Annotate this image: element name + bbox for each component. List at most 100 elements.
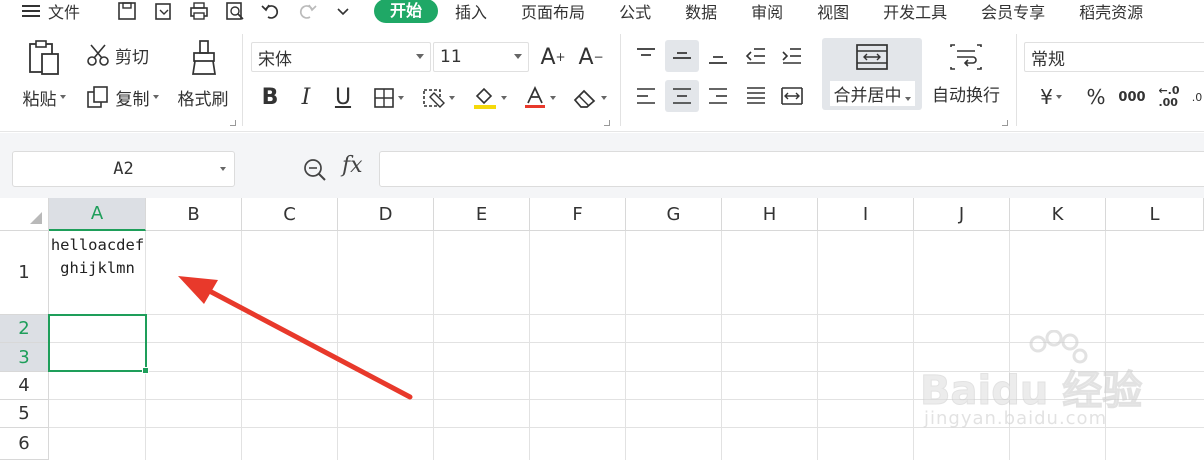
column-header-k[interactable]: K <box>1010 198 1106 231</box>
bold-button[interactable]: B <box>256 82 284 112</box>
align-left-icon[interactable] <box>630 80 662 112</box>
row-header-4[interactable]: 4 <box>0 372 49 400</box>
increase-indent-icon[interactable] <box>776 40 808 72</box>
column-header-e[interactable]: E <box>434 198 530 231</box>
chevron-down-icon <box>500 96 507 100</box>
row-header-3[interactable]: 3 <box>0 343 49 372</box>
row-header-2[interactable]: 2 <box>0 315 49 343</box>
tab-developer[interactable]: 开发工具 <box>866 0 964 23</box>
font-name-select[interactable]: 宋体 <box>251 42 431 72</box>
gridline <box>913 231 914 460</box>
increase-font-icon[interactable]: A + <box>538 42 568 72</box>
cell-style-button[interactable] <box>416 84 460 112</box>
print-preview-icon[interactable] <box>224 1 246 21</box>
align-right-icon[interactable] <box>702 80 734 112</box>
tab-start[interactable]: 开始 <box>374 0 439 23</box>
copy-button[interactable]: 复制 <box>80 82 164 112</box>
divider <box>620 34 621 126</box>
distribute-icon[interactable] <box>776 80 808 112</box>
active-cell-selection[interactable] <box>48 314 149 374</box>
zoom-icon[interactable] <box>302 157 328 187</box>
paste-label: 粘贴 <box>22 89 57 110</box>
increase-decimal-button[interactable]: ←.0 .00 <box>1152 80 1186 114</box>
font-size-select[interactable]: 11 <box>433 42 529 72</box>
underline-button[interactable]: U <box>330 82 356 112</box>
file-menu[interactable]: 文件 <box>22 0 80 23</box>
justify-icon[interactable] <box>740 80 772 112</box>
fill-color-icon <box>473 87 496 109</box>
column-header-g[interactable]: G <box>626 198 722 231</box>
gridline <box>529 231 530 460</box>
ribbon-tabs: 插入 页面布局 公式 数据 审阅 视图 开发工具 会员专享 稻壳资源 <box>438 0 1160 23</box>
export-icon[interactable] <box>152 1 174 21</box>
font-dialog-launcher[interactable] <box>604 120 610 126</box>
row-header-1[interactable]: 1 <box>0 231 49 315</box>
cut-label: 剪切 <box>115 47 149 68</box>
baidu-watermark: Baidu 经验 jingyan.baidu.com <box>919 329 1150 440</box>
wrap-text-icon <box>950 43 982 70</box>
align-top-icon[interactable] <box>630 40 662 72</box>
chevron-down-icon[interactable] <box>332 1 354 21</box>
decrease-font-icon[interactable]: A − <box>576 42 606 72</box>
percent-button[interactable]: % <box>1082 82 1110 112</box>
column-header-l[interactable]: L <box>1106 198 1204 231</box>
column-header-a[interactable]: A <box>49 198 146 231</box>
merge-center-button[interactable]: 合并居中 <box>822 38 922 110</box>
tab-page-layout[interactable]: 页面布局 <box>504 0 602 23</box>
merge-center-label: 合并居中 <box>833 85 902 106</box>
column-header-f[interactable]: F <box>530 198 626 231</box>
align-center-icon[interactable] <box>665 80 699 112</box>
print-icon[interactable] <box>188 1 210 21</box>
name-box[interactable]: A2 <box>12 151 235 187</box>
italic-button[interactable]: I <box>294 82 318 112</box>
paste-button[interactable]: 粘贴 <box>16 84 72 110</box>
font-color-button[interactable] <box>516 84 562 112</box>
thousands-separator-button[interactable]: 000 <box>1116 82 1148 112</box>
currency-button[interactable]: ¥ <box>1030 82 1072 112</box>
save-icon[interactable] <box>116 1 138 21</box>
tab-member[interactable]: 会员专享 <box>964 0 1062 23</box>
number-format-select[interactable]: 常规 <box>1024 42 1204 72</box>
select-all-button[interactable] <box>0 198 49 231</box>
format-painter-icon[interactable] <box>182 38 226 78</box>
format-painter-button[interactable]: 格式刷 <box>172 84 234 110</box>
file-menu-label: 文件 <box>48 3 81 22</box>
chevron-down-icon <box>1055 95 1062 99</box>
cell-a1[interactable]: helloacdefghijklmn <box>50 234 145 280</box>
spreadsheet-grid: A B C D E F G H I J K L 1 2 3 4 5 6 hell… <box>0 198 1204 460</box>
wrap-text-label: 自动换行 <box>932 85 1000 106</box>
tab-review[interactable]: 审阅 <box>734 0 800 23</box>
clipboard-dialog-launcher[interactable] <box>230 120 236 126</box>
align-middle-icon[interactable] <box>665 40 699 72</box>
paste-icon[interactable] <box>22 38 66 78</box>
column-header-j[interactable]: J <box>914 198 1010 231</box>
chevron-down-icon <box>152 95 159 99</box>
chevron-down-icon <box>220 167 226 171</box>
gridline <box>625 231 626 460</box>
column-header-c[interactable]: C <box>242 198 338 231</box>
column-header-h[interactable]: H <box>722 198 818 231</box>
redo-icon[interactable] <box>296 1 318 21</box>
cut-button[interactable]: 剪切 <box>80 40 154 70</box>
tab-data[interactable]: 数据 <box>668 0 734 23</box>
fill-color-button[interactable] <box>466 84 512 112</box>
wrap-text-button[interactable]: 自动换行 <box>926 38 1006 110</box>
column-header-b[interactable]: B <box>146 198 242 231</box>
tab-view[interactable]: 视图 <box>800 0 866 23</box>
insert-function-button[interactable]: fx <box>342 153 363 178</box>
row-header-6[interactable]: 6 <box>0 428 49 460</box>
column-header-i[interactable]: I <box>818 198 914 231</box>
tab-formulas[interactable]: 公式 <box>602 0 668 23</box>
decrease-decimal-button[interactable]: .0 <box>1190 80 1204 114</box>
align-bottom-icon[interactable] <box>702 40 734 72</box>
tab-insert[interactable]: 插入 <box>438 0 504 23</box>
column-header-d[interactable]: D <box>338 198 434 231</box>
tab-docer[interactable]: 稻壳资源 <box>1062 0 1160 23</box>
undo-icon[interactable] <box>260 1 282 21</box>
alignment-dialog-launcher[interactable] <box>1002 120 1008 126</box>
row-header-5[interactable]: 5 <box>0 400 49 428</box>
borders-button[interactable] <box>366 84 410 112</box>
formula-input[interactable] <box>379 151 1204 187</box>
clear-button[interactable] <box>566 84 612 112</box>
decrease-indent-icon[interactable] <box>740 40 772 72</box>
